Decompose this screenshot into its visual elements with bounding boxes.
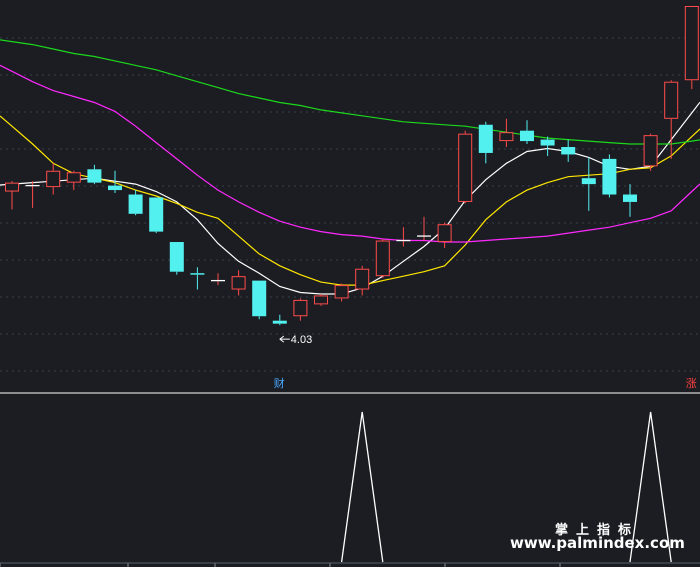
candle [561, 139, 576, 162]
candle-body [520, 130, 534, 142]
candle-body [581, 178, 596, 185]
candle [602, 154, 617, 198]
candle [458, 130, 473, 204]
candle-body [314, 295, 328, 305]
candles [5, 6, 699, 326]
candle [623, 184, 637, 217]
candle-body [499, 132, 514, 142]
ma-line [0, 39, 700, 145]
marker-label: 财 [274, 376, 285, 390]
candle-body [561, 147, 576, 155]
candle-body [190, 273, 205, 275]
candle [664, 80, 679, 159]
candle [190, 267, 205, 290]
candle [355, 265, 370, 296]
candle [437, 222, 452, 248]
candle-body [643, 135, 658, 167]
candle [87, 164, 102, 185]
candlestick-chart: 4.03 财 涨 [0, 6, 700, 567]
candle-body [684, 6, 699, 81]
moving-average-lines [0, 39, 700, 295]
candle [684, 6, 699, 90]
candle [396, 227, 411, 247]
candle [46, 163, 61, 195]
candle-body [169, 242, 184, 272]
candle-body [149, 197, 164, 232]
candle [25, 181, 40, 208]
candle [478, 121, 493, 164]
grid [0, 37, 700, 567]
candle-body [334, 285, 349, 299]
annotations: 4.03 财 涨 [274, 334, 697, 390]
candle-body [87, 169, 102, 183]
candle [252, 280, 267, 320]
candle [375, 239, 390, 278]
candle [128, 190, 143, 216]
candle-body [458, 133, 473, 202]
candle-body [231, 276, 246, 290]
candle-body [478, 124, 493, 153]
candle [520, 120, 534, 145]
candle-body [623, 194, 637, 202]
candle [211, 273, 225, 286]
candle-body [252, 280, 267, 317]
ma-line [0, 101, 700, 295]
low-price-label: 4.03 [291, 334, 312, 346]
signal-peak [340, 411, 384, 563]
candle-body [664, 81, 679, 119]
candle [581, 157, 596, 211]
candle-body [602, 158, 617, 195]
candle-body [293, 299, 308, 317]
candle-body [272, 320, 287, 324]
candle [272, 314, 287, 326]
candle-body [437, 224, 452, 243]
candle [5, 181, 19, 210]
candle [334, 283, 349, 302]
candle [231, 270, 246, 296]
candle [417, 216, 431, 241]
candle [293, 298, 308, 321]
ma-line [0, 64, 700, 243]
watermark-url: www.palmindex.com [510, 534, 685, 552]
candle-body [66, 172, 81, 183]
candle [643, 133, 658, 171]
candle-body [108, 185, 122, 191]
candle-body [128, 194, 143, 214]
candle [66, 170, 81, 191]
marker-label: 涨 [686, 377, 697, 390]
candle [169, 242, 184, 275]
candle [314, 293, 328, 306]
chart-stage: { "chart_data": { "type": "candlestick",… [0, 0, 700, 567]
candle [499, 118, 514, 148]
candle-body [355, 268, 370, 290]
candle-body [375, 240, 390, 277]
candle-body [46, 170, 61, 188]
candle-body [5, 182, 19, 192]
candle-body [540, 139, 555, 146]
candle [149, 197, 164, 234]
candle [540, 136, 555, 156]
